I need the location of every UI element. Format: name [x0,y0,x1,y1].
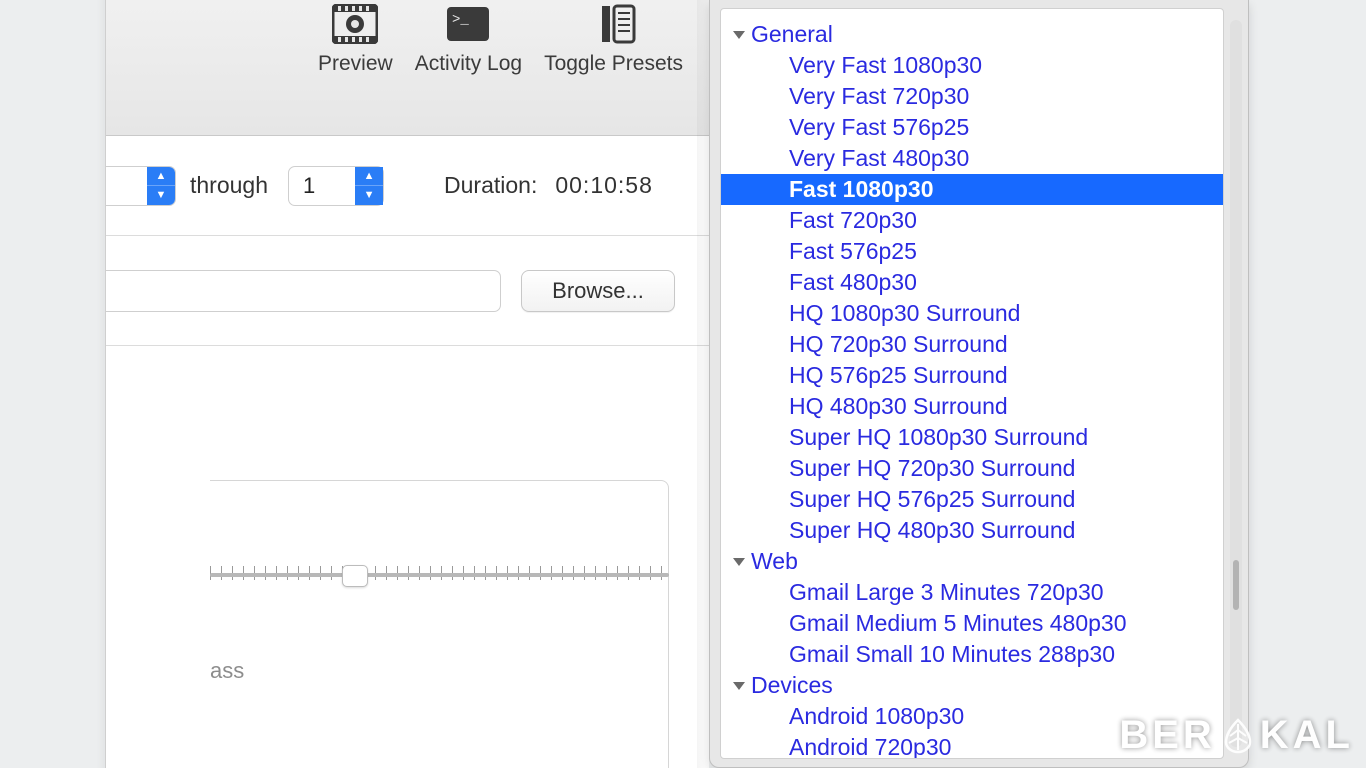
watermark-prefix: BER [1119,713,1215,758]
preset-item[interactable]: HQ 720p30 Surround [721,329,1223,360]
chapter-end-value: 1 [303,173,315,199]
preset-item-label: HQ 1080p30 Surround [789,298,1020,329]
stepper-arrows-icon: ▲▼ [355,167,383,205]
preset-item[interactable]: Super HQ 480p30 Surround [721,515,1223,546]
activity-log-button[interactable]: >_ Activity Log [409,2,528,78]
preset-group-header[interactable]: General [721,19,1223,50]
preview-label: Preview [318,52,393,76]
duration-value: 00:10:58 [555,172,653,199]
preset-item[interactable]: Gmail Large 3 Minutes 720p30 [721,577,1223,608]
toolbar: Preview >_ Activity Log [106,0,709,136]
preset-item[interactable]: Super HQ 576p25 Surround [721,484,1223,515]
browse-label: Browse... [552,278,644,304]
preset-item[interactable]: HQ 1080p30 Surround [721,298,1223,329]
preset-item-label: Very Fast 1080p30 [789,50,982,81]
preset-item[interactable]: Fast 576p25 [721,236,1223,267]
activity-log-label: Activity Log [415,52,522,76]
preset-item-label: Gmail Medium 5 Minutes 480p30 [789,608,1127,639]
preset-item-label: HQ 576p25 Surround [789,360,1008,391]
preset-item[interactable]: HQ 480p30 Surround [721,391,1223,422]
preset-item-label: Fast 480p30 [789,267,917,298]
destination-path-input[interactable] [106,270,501,312]
stepper-arrows-icon: ▲▼ [147,167,175,205]
preset-item-label: Very Fast 576p25 [789,112,969,143]
preset-item[interactable]: HQ 576p25 Surround [721,360,1223,391]
slider-thumb-icon[interactable] [342,565,368,587]
chapter-start-stepper[interactable]: ▲▼ [106,166,176,206]
preset-group-label: General [751,19,833,50]
leaf-icon [1220,718,1256,754]
presets-panel-icon [591,4,637,44]
preset-item[interactable]: Fast 480p30 [721,267,1223,298]
destination-row: Browse... [106,236,709,346]
preset-item-label: HQ 720p30 Surround [789,329,1008,360]
through-label: through [190,172,268,199]
preset-item[interactable]: Gmail Small 10 Minutes 288p30 [721,639,1223,670]
preset-item-label: HQ 480p30 Surround [789,391,1008,422]
main-window: Preview >_ Activity Log [105,0,709,768]
preset-item[interactable]: Fast 720p30 [721,205,1223,236]
preset-item-label: Super HQ 480p30 Surround [789,515,1075,546]
preset-item[interactable]: Very Fast 576p25 [721,112,1223,143]
preset-item-label: Fast 720p30 [789,205,917,236]
presets-list: GeneralVery Fast 1080p30Very Fast 720p30… [720,8,1224,759]
preset-item[interactable]: Gmail Medium 5 Minutes 480p30 [721,608,1223,639]
terminal-icon: >_ [445,4,491,44]
watermark-suffix: KAL [1260,713,1354,758]
scrollbar-thumb-icon[interactable] [1233,560,1239,610]
preset-group-header[interactable]: Devices [721,670,1223,701]
preset-item-label: Gmail Small 10 Minutes 288p30 [789,639,1115,670]
disclosure-triangle-icon [733,682,745,690]
preset-item[interactable]: Very Fast 480p30 [721,143,1223,174]
preset-item[interactable]: Very Fast 720p30 [721,81,1223,112]
preset-item-label: Android 1080p30 [789,701,964,732]
preset-item[interactable]: Super HQ 1080p30 Surround [721,422,1223,453]
preset-item-label: Very Fast 480p30 [789,143,969,174]
presets-scrollbar[interactable] [1230,20,1242,747]
preset-item-label: Very Fast 720p30 [789,81,969,112]
watermark: BER KAL [1119,713,1354,758]
preset-item-label: Super HQ 576p25 Surround [789,484,1075,515]
preset-item-label: Super HQ 1080p30 Surround [789,422,1088,453]
preset-item-label: Gmail Large 3 Minutes 720p30 [789,577,1104,608]
chapters-row: ▲▼ through 1 ▲▼ Duration: 00:10:58 [106,136,709,236]
disclosure-triangle-icon [733,558,745,566]
two-pass-label-fragment: ass [210,658,244,684]
preset-item[interactable]: Very Fast 1080p30 [721,50,1223,81]
duration-label: Duration: [444,172,537,199]
video-settings-panel [210,480,669,768]
preset-group-label: Web [751,546,798,577]
presets-drawer: GeneralVery Fast 1080p30Very Fast 720p30… [709,0,1249,768]
slider-track-line [210,573,669,577]
svg-text:>_: >_ [452,12,469,28]
preset-item-label: Fast 1080p30 [789,174,933,205]
preset-item[interactable]: Super HQ 720p30 Surround [721,453,1223,484]
preset-group-header[interactable]: Web [721,546,1223,577]
toggle-presets-label: Toggle Presets [544,52,683,76]
quality-slider[interactable] [210,565,669,583]
preset-item-label: Android 720p30 [789,732,951,759]
browse-button[interactable]: Browse... [521,270,675,312]
eye-filmstrip-icon [332,4,378,44]
chapter-end-stepper[interactable]: 1 ▲▼ [288,166,384,206]
disclosure-triangle-icon [733,31,745,39]
preset-item-label: Fast 576p25 [789,236,917,267]
preset-item[interactable]: Fast 1080p30 [721,174,1223,205]
preview-button[interactable]: Preview [312,2,399,78]
toggle-presets-button[interactable]: Toggle Presets [538,2,689,78]
preset-item-label: Super HQ 720p30 Surround [789,453,1075,484]
preset-group-label: Devices [751,670,833,701]
